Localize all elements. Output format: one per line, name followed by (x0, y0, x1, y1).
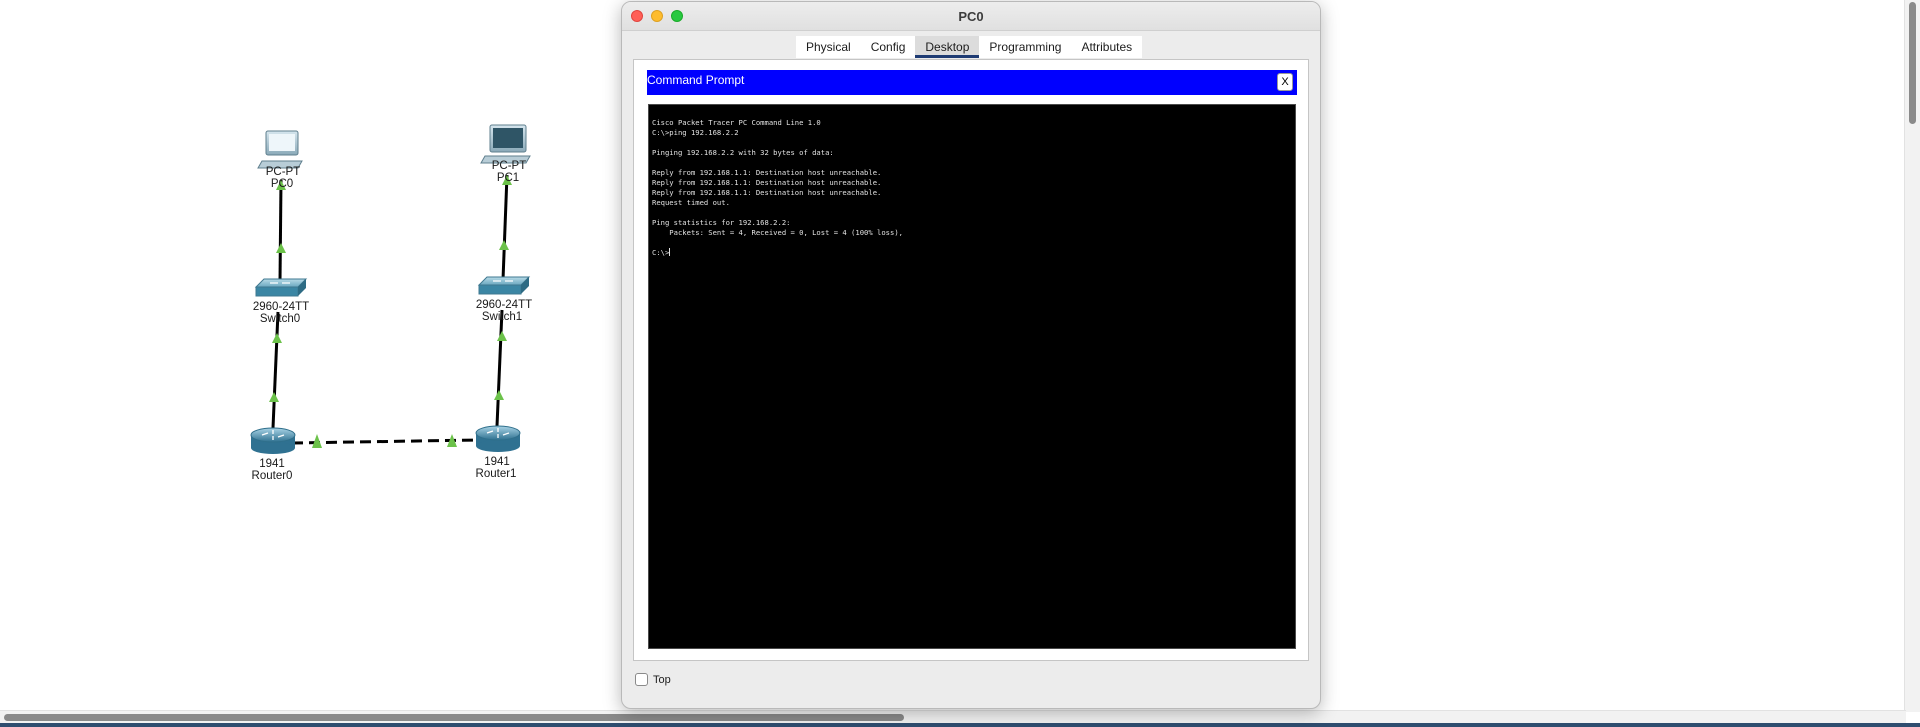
horizontal-scroll-thumb[interactable] (4, 714, 904, 721)
terminal-line: Ping statistics for 192.168.2.2: (652, 218, 791, 227)
device-name-label: PC0 (271, 178, 293, 190)
top-checkbox[interactable] (635, 673, 648, 686)
cable-switch1-router1[interactable] (495, 309, 504, 427)
device-model-label: 2960-24TT (253, 301, 309, 313)
device-model-label: 1941 (259, 458, 285, 470)
device-router1[interactable]: 1941 Router1 (475, 425, 521, 480)
command-prompt-header: Command Prompt X (647, 70, 1297, 95)
pc0-window: PC0 Physical Config Desktop Programming … (621, 1, 1321, 709)
switch-icon (477, 276, 531, 295)
link-light (312, 434, 322, 448)
vertical-scroll-thumb[interactable] (1909, 2, 1916, 124)
link-light (269, 392, 279, 402)
pc-icon (480, 124, 531, 164)
terminal-line: C:\>ping 192.168.2.2 (652, 128, 739, 137)
tab-config[interactable]: Config (860, 36, 916, 58)
bottom-strip (0, 723, 1920, 727)
device-model-label: 2960-24TT (476, 299, 532, 311)
terminal-prompt-line: C:\> (652, 248, 1292, 258)
command-prompt-terminal[interactable]: Cisco Packet Tracer PC Command Line 1.0 … (648, 104, 1296, 649)
cable-pc0-switch0[interactable] (278, 179, 283, 283)
device-model-label: PC-PT (266, 166, 301, 178)
link-light (499, 240, 509, 250)
link-light (497, 331, 507, 341)
device-name-label: Switch0 (260, 313, 300, 325)
device-switch0[interactable]: 2960-24TT Switch0 (253, 278, 309, 325)
link-light (272, 333, 282, 343)
device-pc0[interactable]: PC-PT PC0 (257, 130, 303, 190)
device-name-label: Router0 (252, 470, 293, 482)
workspace[interactable]: PC-PT PC0 PC-PT PC1 2960-24TT Switch0 29… (0, 0, 1920, 727)
top-checkbox-label: Top (653, 673, 671, 686)
top-toggle[interactable]: Top (635, 673, 671, 686)
switch-icon (254, 278, 308, 297)
device-pc1[interactable]: PC-PT PC1 (480, 124, 531, 184)
device-switch1[interactable]: 2960-24TT Switch1 (476, 276, 532, 323)
cable-pc1-switch1[interactable] (501, 174, 509, 281)
router-icon (250, 427, 296, 454)
terminal-line: Reply from 192.168.1.1: Destination host… (652, 178, 882, 187)
terminal-line: Reply from 192.168.1.1: Destination host… (652, 188, 882, 197)
router-icon (475, 425, 521, 452)
command-prompt-title: Command Prompt (647, 73, 745, 87)
link-light (276, 243, 286, 253)
horizontal-scrollbar[interactable] (0, 710, 1906, 723)
device-model-label: PC-PT (492, 160, 527, 172)
device-name-label: Switch1 (482, 311, 522, 323)
pc-icon (257, 130, 303, 169)
device-name-label: PC1 (497, 172, 519, 184)
vertical-scrollbar[interactable] (1904, 0, 1920, 712)
desktop-panel: Command Prompt X Cisco Packet Tracer PC … (633, 59, 1309, 661)
terminal-line: Reply from 192.168.1.1: Destination host… (652, 168, 882, 177)
device-router0[interactable]: 1941 Router0 (250, 427, 296, 482)
link-light (494, 390, 504, 400)
terminal-line: Request timed out. (652, 198, 730, 207)
terminal-prompt: C:\> (652, 248, 670, 257)
tab-desktop[interactable]: Desktop (915, 36, 980, 58)
text-cursor (669, 248, 671, 256)
tab-physical[interactable]: Physical (796, 36, 861, 58)
device-model-label: 1941 (484, 456, 510, 468)
window-title: PC0 (958, 9, 984, 24)
command-prompt-close-button[interactable]: X (1277, 73, 1293, 91)
cable-switch0-router0[interactable] (271, 311, 280, 429)
device-name-label: Router1 (476, 468, 517, 480)
terminal-line: Cisco Packet Tracer PC Command Line 1.0 (652, 118, 821, 127)
device-tabs: Physical Config Desktop Programming Attr… (796, 36, 1143, 58)
terminal-line: Packets: Sent = 4, Received = 0, Lost = … (652, 228, 903, 237)
window-titlebar[interactable]: PC0 (622, 2, 1320, 31)
terminal-line: Pinging 192.168.2.2 with 32 bytes of dat… (652, 148, 834, 157)
tab-attributes[interactable]: Attributes (1071, 36, 1143, 58)
tab-programming[interactable]: Programming (979, 36, 1072, 58)
